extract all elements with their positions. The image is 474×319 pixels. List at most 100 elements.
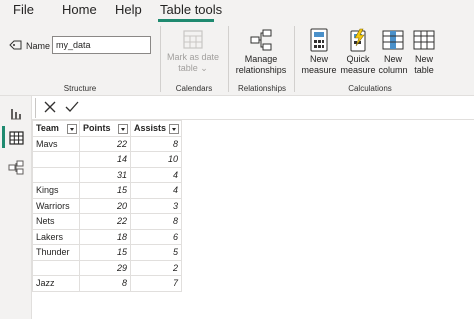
new-measure-label-2: measure <box>301 65 337 75</box>
model-icon <box>8 160 24 175</box>
cell-points[interactable]: 14 <box>79 151 131 168</box>
new-column-button[interactable]: New column <box>377 28 409 76</box>
tag-icon <box>9 38 23 56</box>
new-table-button[interactable]: New table <box>409 28 439 76</box>
table-row: 14 10 <box>32 151 182 168</box>
cell-points[interactable]: 31 <box>79 166 131 183</box>
cancel-icon[interactable] <box>42 99 58 120</box>
table-row: Nets 22 8 <box>32 213 182 230</box>
table-name-input[interactable]: my_data <box>52 36 151 54</box>
cell-assists[interactable]: 3 <box>130 197 182 214</box>
cell-points[interactable]: 18 <box>79 228 131 245</box>
formula-bar <box>32 96 474 120</box>
cell-assists[interactable]: 8 <box>130 213 182 230</box>
cell-assists[interactable]: 5 <box>130 244 182 261</box>
table-row: Jazz 8 7 <box>32 275 182 292</box>
cell-assists[interactable]: 4 <box>130 182 182 199</box>
cell-points[interactable]: 29 <box>79 259 131 276</box>
filter-dropdown-icon[interactable] <box>67 124 77 134</box>
cell-assists[interactable]: 2 <box>130 259 182 276</box>
menu-bar: File Home Help Table tools <box>0 0 474 22</box>
manage-relationships-label-1: Manage <box>244 54 278 64</box>
bar-chart-icon <box>11 109 21 120</box>
cell-points[interactable]: 15 <box>79 182 131 199</box>
menu-tab-home[interactable]: Home <box>62 2 97 17</box>
group-label-structure: Structure <box>63 84 97 93</box>
calculator-icon <box>310 28 328 52</box>
cell-team[interactable]: Lakers <box>32 228 80 245</box>
cell-assists[interactable]: 4 <box>130 166 182 183</box>
ribbon-separator <box>228 26 229 92</box>
new-measure-label-1: New <box>309 54 328 64</box>
quick-measure-label-1: Quick <box>346 54 370 64</box>
mark-as-date-table-button[interactable]: Mark as date table ⌄ <box>164 28 222 74</box>
group-label-relationships: Relationships <box>237 84 287 93</box>
ribbon-separator <box>160 26 161 92</box>
mark-as-date-table-label-1: Mark as date <box>166 52 220 62</box>
manage-relationships-button[interactable]: Manage relationships <box>232 28 290 76</box>
new-column-label-2: column <box>378 65 408 75</box>
quick-measure-button[interactable]: Quick measure <box>339 28 377 76</box>
ribbon: Name my_data Structure Mark as date tabl… <box>0 22 474 96</box>
cell-assists[interactable]: 6 <box>130 228 182 245</box>
cell-assists[interactable]: 8 <box>130 135 182 152</box>
cell-team[interactable] <box>32 259 80 276</box>
cell-points[interactable]: 20 <box>79 197 131 214</box>
menu-tab-table-tools[interactable]: Table tools <box>160 2 222 17</box>
data-table: Team Points Assists Mavs 22 8 14 10 31 4 Kin… <box>32 120 182 292</box>
model-view-button[interactable] <box>0 156 32 182</box>
new-table-icon <box>413 30 435 50</box>
table-row: Lakers 18 6 <box>32 228 182 245</box>
cell-team[interactable]: Nets <box>32 213 80 230</box>
ribbon-separator <box>294 26 295 92</box>
commit-check-icon[interactable] <box>64 99 80 120</box>
mark-as-date-table-label-2: table ⌄ <box>178 63 208 73</box>
cell-team[interactable] <box>32 166 80 183</box>
table-row: 29 2 <box>32 259 182 276</box>
group-label-calendars: Calendars <box>175 84 213 93</box>
data-view-button[interactable] <box>0 126 32 152</box>
cell-team[interactable]: Thunder <box>32 244 80 261</box>
cell-points[interactable]: 22 <box>79 213 131 230</box>
cell-team[interactable]: Warriors <box>32 197 80 214</box>
cell-points[interactable]: 22 <box>79 135 131 152</box>
cell-team[interactable] <box>32 151 80 168</box>
new-column-label-1: New <box>383 54 402 64</box>
cell-assists[interactable]: 10 <box>130 151 182 168</box>
cell-team[interactable]: Jazz <box>32 275 80 292</box>
chevron-down-icon: ⌄ <box>200 63 208 73</box>
filter-dropdown-icon[interactable] <box>118 124 128 134</box>
menu-tab-file[interactable]: File <box>13 2 34 17</box>
table-row: Kings 15 4 <box>32 182 182 199</box>
cell-points[interactable]: 15 <box>79 244 131 261</box>
cell-assists[interactable]: 7 <box>130 275 182 292</box>
cell-team[interactable]: Mavs <box>32 135 80 152</box>
calendar-icon <box>183 30 203 49</box>
name-label: Name <box>26 41 51 51</box>
table-row: Warriors 20 3 <box>32 197 182 214</box>
table-header-row: Team Points Assists <box>32 120 182 137</box>
new-table-label-2: table <box>414 65 434 75</box>
relationships-icon <box>250 29 272 51</box>
new-column-icon <box>382 30 404 50</box>
new-table-label-1: New <box>414 54 433 64</box>
filter-dropdown-icon[interactable] <box>169 124 179 134</box>
table-row: Mavs 22 8 <box>32 135 182 152</box>
report-view-button[interactable] <box>0 100 32 126</box>
view-rail <box>0 96 32 319</box>
formula-bar-divider <box>35 98 36 118</box>
group-label-calculations: Calculations <box>348 84 392 93</box>
column-header-team[interactable]: Team <box>32 120 80 137</box>
table-row: 31 4 <box>32 166 182 183</box>
cell-team[interactable]: Kings <box>32 182 80 199</box>
table-grid-icon <box>9 131 24 145</box>
column-header-assists[interactable]: Assists <box>130 120 182 137</box>
cell-points[interactable]: 8 <box>79 275 131 292</box>
quick-measure-label-2: measure <box>340 65 376 75</box>
table-row: Thunder 15 5 <box>32 244 182 261</box>
new-measure-button[interactable]: New measure <box>299 28 339 76</box>
menu-tab-help[interactable]: Help <box>115 2 142 17</box>
manage-relationships-label-2: relationships <box>235 65 287 75</box>
column-header-points[interactable]: Points <box>79 120 131 137</box>
quick-measure-icon <box>350 28 366 52</box>
